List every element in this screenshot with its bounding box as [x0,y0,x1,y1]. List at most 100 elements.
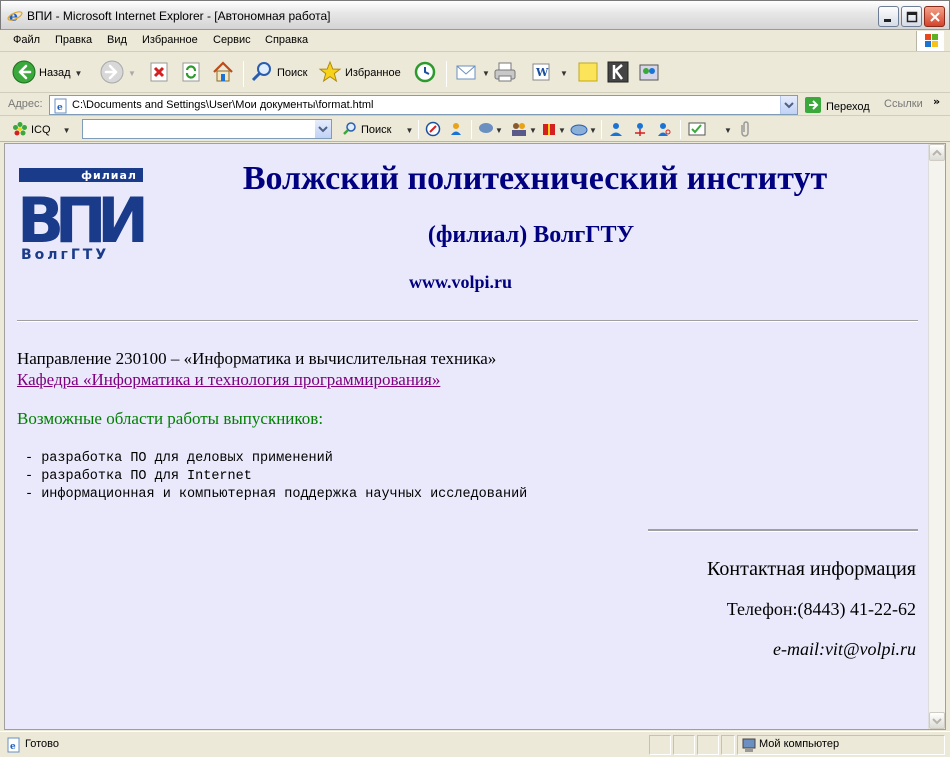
search-label: Поиск [277,67,308,79]
minimize-button[interactable] [878,6,899,27]
edit-dropdown-icon[interactable]: ▼ [560,69,568,78]
research-button[interactable] [606,61,630,85]
svg-text:W: W [535,66,549,79]
status-dropdown-icon[interactable]: ▼ [724,126,732,135]
chevron-right-icon[interactable]: » [933,95,940,108]
icq-attach-button[interactable] [738,118,752,142]
icq-search-button[interactable]: Поиск ▼ [342,118,413,142]
icq-dropdown-icon[interactable]: ▼ [63,126,71,135]
back-label: Назад [39,67,71,79]
ie-icon: e [7,8,23,25]
list-item: - информационная и компьютерная поддержк… [25,487,528,502]
icq-input-dropdown-button[interactable] [315,120,331,138]
page-status-icon: e [6,737,22,756]
icq-search-dropdown-icon[interactable]: ▼ [405,126,413,135]
chat-dropdown-icon[interactable]: ▼ [495,126,503,135]
icq-contact-3-button[interactable] [656,118,672,142]
contact-network-icon [632,121,648,140]
icq-chat-button[interactable]: ▼ [478,118,503,142]
mail-icon [454,60,478,87]
mail-dropdown-icon[interactable]: ▼ [482,69,490,78]
contact-heading: Контактная информация [707,558,916,580]
direction-text: Направление 230100 – «Информатика и вычи… [17,349,497,368]
maximize-button[interactable] [901,6,922,27]
search-button[interactable]: Поиск [250,61,307,85]
people-dropdown-icon[interactable]: ▼ [529,126,537,135]
messenger-button[interactable] [637,61,661,85]
icq-people-button[interactable]: ▼ [510,118,537,142]
print-icon [492,60,518,87]
address-input[interactable]: e C:\Documents and Settings\User\Мои док… [49,95,798,115]
icq-search-label: Поиск [361,124,392,136]
icq-label: ICQ [31,124,51,136]
edit-button[interactable]: W ▼ [530,61,568,85]
icq-status-button[interactable]: ▼ [688,118,732,142]
icq-tool-1-button[interactable] [425,118,441,142]
address-url: C:\Documents and Settings\User\Мои докум… [72,99,374,111]
history-icon [413,60,437,87]
page-subtitle: (филиал) ВолгГТУ [427,222,635,248]
menu-favorites[interactable]: Избранное [142,34,198,46]
title-bar: e ВПИ - Microsoft Internet Explorer - [А… [0,0,950,30]
favorites-button[interactable]: Избранное [318,60,401,87]
status-text: Готово [25,738,59,750]
gift-dropdown-icon[interactable]: ▼ [558,126,566,135]
stop-button[interactable] [148,61,170,85]
status-cell [649,735,671,755]
go-button[interactable]: Переход [804,96,870,117]
menu-tools[interactable]: Сервис [213,34,251,46]
gamepad-icon [570,121,588,140]
menu-help[interactable]: Справка [265,34,308,46]
history-button[interactable] [413,61,437,85]
icq-search-input[interactable] [82,119,332,139]
contact-divider [648,529,918,532]
scroll-down-button[interactable] [929,712,945,729]
menu-bar: Файл Правка Вид Избранное Сервис Справка [0,30,950,52]
menu-edit[interactable]: Правка [55,34,92,46]
home-icon [211,60,235,87]
contact-search-icon [656,121,672,140]
back-button[interactable]: Назад ▼ [12,60,83,85]
close-button[interactable] [924,6,945,27]
links-label[interactable]: Ссылки [884,98,923,110]
icq-flower-icon [12,121,28,140]
status-check-icon [688,121,706,140]
zone-text: Мой компьютер [759,738,840,750]
note-icon [576,60,600,87]
address-label: Адрес: [8,98,43,110]
contact-add-icon [608,121,624,140]
department-link[interactable]: Кафедра «Информатика и технология програ… [17,370,440,390]
refresh-icon [180,61,202,86]
icq-button[interactable]: ICQ ▼ [12,118,70,142]
vertical-scrollbar[interactable] [928,144,945,729]
mail-button[interactable]: ▼ [454,61,490,85]
go-arrow-icon [804,96,822,117]
people-icon [510,121,528,140]
icq-tool-2-button[interactable] [448,118,464,142]
icq-contact-1-button[interactable] [608,118,624,142]
gamepad-dropdown-icon[interactable]: ▼ [589,126,597,135]
address-dropdown-button[interactable] [780,96,797,114]
forward-button[interactable]: ▼ [100,60,136,85]
icq-search-icon [342,121,358,140]
favorites-star-icon [318,60,342,87]
refresh-button[interactable] [180,61,202,85]
discuss-button[interactable] [576,61,600,85]
home-button[interactable] [211,60,235,87]
k-app-icon [606,60,630,87]
status-cell [721,735,735,755]
icq-contact-2-button[interactable] [632,118,648,142]
page-title: Волжский политехнический институт [242,160,828,197]
status-cell [673,735,695,755]
menu-view[interactable]: Вид [107,34,127,46]
scroll-up-button[interactable] [929,144,945,161]
print-button[interactable] [492,61,518,85]
areas-list: - разработка ПО для деловых применений -… [25,450,527,504]
icq-fun-button[interactable]: ▼ [570,118,597,142]
areas-heading: Возможные области работы выпускников: [17,409,324,428]
menu-file[interactable]: Файл [13,34,40,46]
icq-games-button[interactable]: ▼ [541,118,566,142]
search-icon [250,60,274,87]
window-title: ВПИ - Microsoft Internet Explorer - [Авт… [27,9,331,23]
back-dropdown-icon[interactable]: ▼ [75,69,83,78]
